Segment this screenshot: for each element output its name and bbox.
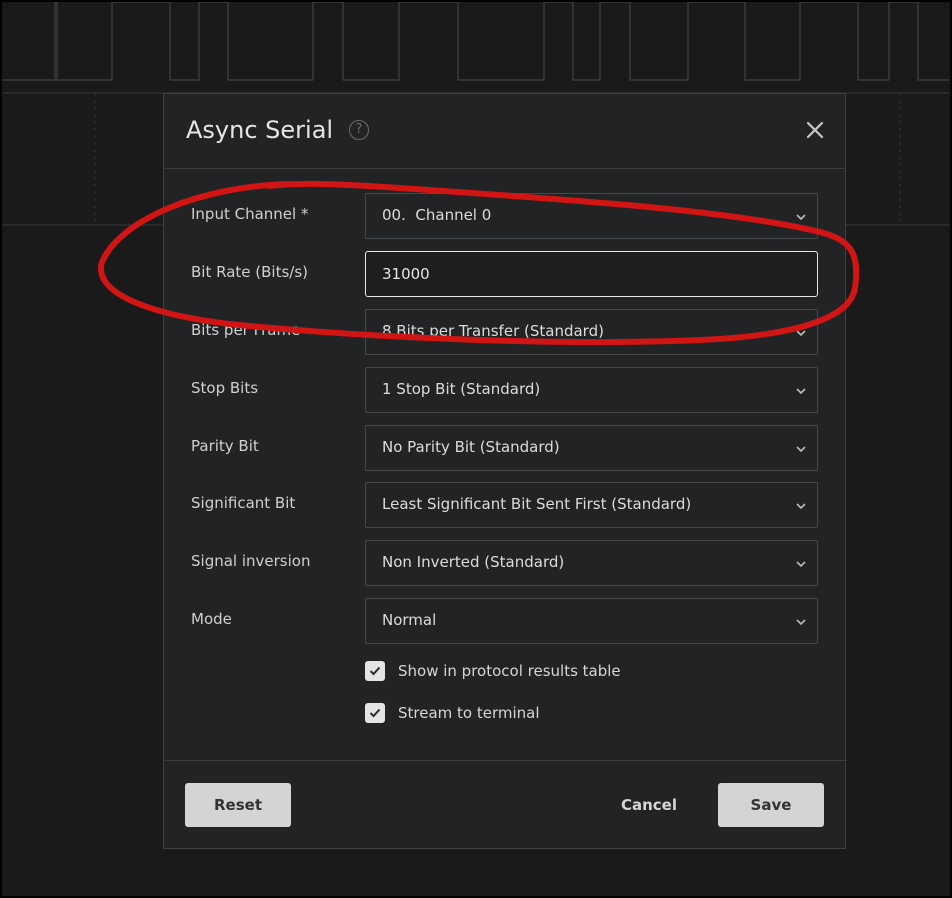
help-icon[interactable]: ?: [349, 120, 369, 140]
dialog-header: Async Serial ?: [164, 94, 845, 169]
input-channel-label: Input Channel *: [191, 205, 309, 223]
significant-bit-label: Significant Bit: [191, 494, 296, 512]
stop-bits-row: Stop Bits 1 Stop Bit (Standard): [164, 367, 847, 413]
show-in-results-label: Show in protocol results table: [398, 662, 621, 680]
stream-to-terminal-option: Stream to terminal: [365, 702, 540, 724]
signal-inversion-value: Non Inverted (Standard): [382, 553, 565, 571]
signal-inversion-row: Signal inversion Non Inverted (Standard): [164, 540, 847, 586]
save-button[interactable]: Save: [718, 783, 824, 827]
reset-button[interactable]: Reset: [185, 783, 291, 827]
chevron-down-icon: [796, 446, 806, 453]
mode-select[interactable]: Normal: [365, 598, 818, 644]
stream-to-terminal-checkbox[interactable]: [365, 703, 385, 723]
chevron-down-icon: [796, 561, 806, 568]
bit-rate-label: Bit Rate (Bits/s): [191, 263, 308, 281]
bits-per-frame-select[interactable]: 8 Bits per Transfer (Standard): [365, 309, 818, 355]
cancel-button[interactable]: Cancel: [604, 783, 694, 827]
signal-inversion-label: Signal inversion: [191, 552, 311, 570]
parity-bit-label: Parity Bit: [191, 437, 259, 455]
show-in-results-checkbox[interactable]: [365, 661, 385, 681]
mode-value: Normal: [382, 611, 437, 629]
mode-row: Mode Normal: [164, 598, 847, 644]
chevron-down-icon: [796, 503, 806, 510]
bits-per-frame-value: 8 Bits per Transfer (Standard): [382, 322, 604, 340]
significant-bit-select[interactable]: Least Significant Bit Sent First (Standa…: [365, 482, 818, 528]
mode-label: Mode: [191, 610, 232, 628]
signal-inversion-select[interactable]: Non Inverted (Standard): [365, 540, 818, 586]
stop-bits-label: Stop Bits: [191, 379, 259, 397]
checkmark-icon: [369, 708, 381, 718]
significant-bit-row: Significant Bit Least Significant Bit Se…: [164, 482, 847, 528]
chevron-down-icon: [796, 214, 806, 221]
stop-bits-value: 1 Stop Bit (Standard): [382, 380, 541, 398]
chevron-down-icon: [796, 330, 806, 337]
parity-bit-value: No Parity Bit (Standard): [382, 438, 560, 456]
significant-bit-value: Least Significant Bit Sent First (Standa…: [382, 495, 692, 513]
bits-per-frame-row: Bits per Frame 8 Bits per Transfer (Stan…: [164, 309, 847, 355]
bit-rate-row: Bit Rate (Bits/s): [164, 251, 847, 297]
bit-rate-input[interactable]: [365, 251, 818, 297]
stop-bits-select[interactable]: 1 Stop Bit (Standard): [365, 367, 818, 413]
dialog-footer: Reset Cancel Save: [164, 760, 847, 850]
stream-to-terminal-label: Stream to terminal: [398, 704, 540, 722]
show-in-results-option: Show in protocol results table: [365, 660, 621, 682]
dialog-title: Async Serial: [186, 116, 334, 144]
parity-bit-row: Parity Bit No Parity Bit (Standard): [164, 425, 847, 471]
chevron-down-icon: [796, 388, 806, 395]
input-channel-row: Input Channel * 00. Channel 0: [164, 193, 847, 239]
bits-per-frame-label: Bits per Frame: [191, 321, 301, 339]
input-channel-select[interactable]: 00. Channel 0: [365, 193, 818, 239]
close-icon[interactable]: [803, 118, 827, 142]
checkmark-icon: [369, 666, 381, 676]
parity-bit-select[interactable]: No Parity Bit (Standard): [365, 425, 818, 471]
input-channel-value: 00. Channel 0: [382, 206, 492, 224]
chevron-down-icon: [796, 619, 806, 626]
async-serial-dialog: Async Serial ? Input Channel * 00. Chann…: [163, 93, 847, 850]
